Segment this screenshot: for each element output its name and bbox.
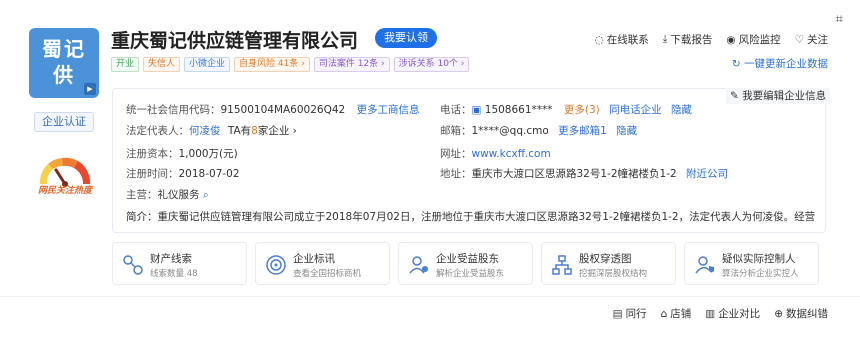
card-property-clues[interactable]: 财产线索 线索数量 48: [112, 242, 247, 285]
bottom-actions: ▤ 同行 ⌂ 店铺 ▥ 企业对比 ⊕ 数据纠错: [613, 306, 828, 321]
qr-corner-icon[interactable]: ⌗: [836, 12, 843, 27]
eye-icon: ◉: [726, 33, 736, 46]
nearby-companies-link[interactable]: 附近公司: [686, 168, 728, 180]
website-row: 网址：www.kcxff.com: [440, 148, 551, 160]
risk-monitor-button[interactable]: ◉ 风险监控: [726, 32, 780, 47]
legal-rep-row: 法定代表人：何凌俊 TA有8家企业 ›: [126, 125, 297, 137]
feature-cards: 财产线索 线索数量 48 企业标讯 查看全国招标商机 企业受益股东 解析企业受益…: [112, 242, 819, 285]
edit-info-button[interactable]: ✎ 我要编辑企业信息: [726, 88, 831, 104]
download-report-button[interactable]: ⤓ 下载报告: [663, 32, 713, 47]
phone-more-link[interactable]: 更多(3): [564, 104, 600, 116]
tag-status: 开业: [111, 57, 140, 72]
company-name: 重庆蜀记供应链管理有限公司: [111, 30, 359, 52]
coin-link-icon: [123, 255, 143, 275]
store-button[interactable]: ⌂ 店铺: [661, 306, 692, 321]
search-icon[interactable]: ⌕: [203, 189, 209, 201]
credit-code-row: 统一社会信用代码：91500104MA60026Q42 更多工商信息: [126, 104, 420, 116]
website-link[interactable]: www.kcxff.com: [472, 148, 551, 160]
org-chart-icon: [552, 255, 572, 275]
enterprise-cert-button[interactable]: 企业认证: [34, 112, 94, 132]
card-actual-controller[interactable]: 疑似实际控制人 算法分析企业实控人: [684, 242, 819, 285]
card-beneficiary[interactable]: 企业受益股东 解析企业受益股东: [398, 242, 533, 285]
top-actions: ◌ 在线联系 ⤓ 下载报告 ◉ 风险监控 ♡ 关注: [595, 32, 828, 47]
online-contact-button[interactable]: ◌ 在线联系: [595, 32, 649, 47]
business-row: 主营：礼仪服务 ⌕: [126, 189, 209, 201]
compare-button[interactable]: ▥ 企业对比: [705, 306, 760, 321]
intro-text: 重庆蜀记供应链管理有限公司成立于2018年07月02日，注册地位于重庆市大渡口区…: [157, 211, 817, 223]
download-icon: ⤓: [662, 33, 668, 45]
compare-icon: ▥: [705, 307, 716, 320]
peer-icon: ▤: [612, 307, 623, 320]
store-icon: ⌂: [660, 307, 668, 320]
refresh-icon: ↻: [731, 58, 744, 70]
address-row: 地址：重庆市大渡口区思源路32号1-2幢裙楼负1-2 附近公司: [440, 168, 729, 180]
tag-dishonest[interactable]: 失信人: [143, 57, 181, 72]
divider: [0, 296, 860, 297]
shareholder-icon: [409, 256, 428, 274]
capital-row: 注册资本：1,000万(元): [126, 148, 238, 160]
controller-icon: [695, 256, 714, 274]
card-bid-info[interactable]: 企业标讯 查看全国招标商机: [255, 242, 390, 285]
refresh-data-link[interactable]: ↻ 一键更新企业数据: [732, 56, 828, 71]
correct-icon: ⊕: [774, 307, 783, 320]
same-phone-link[interactable]: 同电话企业: [609, 104, 662, 116]
phone-row: 电话：▣ 1508661**** 更多(3) 同电话企业 隐藏: [440, 104, 692, 116]
correct-button[interactable]: ⊕ 数据纠错: [774, 306, 828, 321]
heat-label: 网民关注热度: [37, 186, 92, 196]
company-logo: 蜀记 供 ▶: [29, 28, 99, 98]
follow-button[interactable]: ♡ 关注: [795, 32, 828, 47]
logo-line1: 蜀记: [42, 37, 86, 61]
target-icon: [266, 255, 286, 275]
chat-icon: ◌: [594, 33, 604, 46]
phone-icon: ▣: [471, 104, 485, 116]
more-biz-info-link[interactable]: 更多工商信息: [357, 104, 420, 116]
tag-self-risk[interactable]: 自身风险 41条 ›: [234, 57, 310, 72]
credit-code-value: 91500104MA60026Q42: [220, 104, 346, 116]
intro-row: 简介：重庆蜀记供应链管理有限公司成立于2018年07月02日，注册地位于重庆市大…: [126, 209, 816, 224]
email-hide-link[interactable]: 隐藏: [616, 125, 637, 137]
heart-icon: ♡: [794, 33, 804, 46]
phone-hide-link[interactable]: 隐藏: [671, 104, 692, 116]
email-row: 邮箱：1****@qq.cmo 更多邮箱1 隐藏: [440, 125, 638, 137]
peer-button[interactable]: ▤ 同行: [613, 306, 647, 321]
claim-button[interactable]: 我要认领: [375, 28, 437, 48]
tag-list: 开业 失信人 小微企业 自身风险 41条 › 司法案件 12条 › 涉诉关系 1…: [111, 57, 470, 72]
tag-judicial[interactable]: 司法案件 12条 ›: [313, 57, 390, 72]
tag-small-enterprise: 小微企业: [184, 57, 231, 72]
play-icon[interactable]: ▶: [84, 83, 96, 95]
email-more-link[interactable]: 更多邮箱1: [558, 125, 607, 137]
legal-rep-link[interactable]: 何凌俊: [189, 125, 221, 137]
reg-date-row: 注册时间：2018-07-02: [126, 168, 240, 180]
pencil-icon: ✎: [730, 90, 743, 102]
card-equity-chart[interactable]: 股权穿透图 挖掘深层股权结构: [541, 242, 676, 285]
company-header-page: 蜀记 供 ▶ 企业认证 网民关注热度 重庆蜀记供应链管理有限公司 我要认领 开业…: [0, 0, 860, 337]
tag-litigation[interactable]: 涉诉关系 10个 ›: [393, 57, 470, 72]
legal-companies-link[interactable]: 家企业 ›: [258, 125, 297, 137]
